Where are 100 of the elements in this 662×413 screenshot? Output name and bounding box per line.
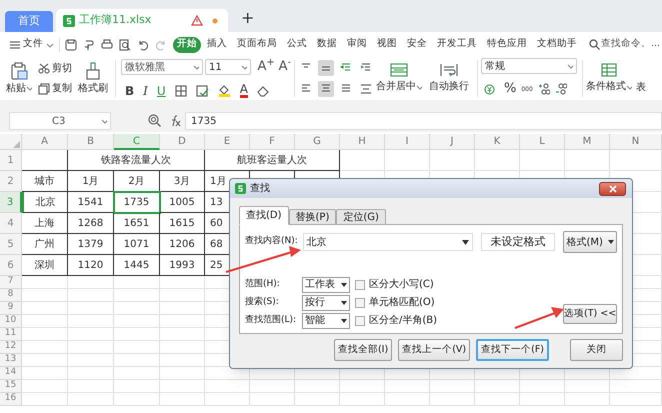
option-select[interactable]: 按行 bbox=[302, 294, 350, 310]
zoom-icon[interactable] bbox=[148, 114, 161, 127]
checkbox[interactable] bbox=[355, 280, 365, 290]
empty-cell bbox=[205, 393, 250, 406]
empty-cell bbox=[114, 328, 160, 341]
empty-cell bbox=[68, 354, 114, 367]
option-select[interactable]: 智能 bbox=[302, 312, 350, 328]
column-header[interactable]: E bbox=[205, 134, 250, 150]
column-header[interactable]: B bbox=[68, 134, 114, 150]
menu-tab[interactable]: 视图 bbox=[373, 36, 401, 52]
print-icon[interactable] bbox=[101, 38, 113, 50]
table-cell: 深圳 bbox=[22, 255, 68, 276]
close-button[interactable] bbox=[599, 182, 626, 196]
copy-icon bbox=[38, 82, 50, 94]
checkbox[interactable] bbox=[355, 298, 365, 308]
dialog-tab[interactable]: 替换(P) bbox=[288, 209, 336, 225]
dialog-button[interactable]: 查找下一个(F) bbox=[476, 339, 549, 361]
empty-cell bbox=[160, 380, 205, 393]
table-cell: 1651 bbox=[114, 213, 160, 234]
merge-center-button[interactable]: 合并居中 bbox=[374, 57, 424, 100]
dialog-button[interactable]: 查找全部(I) bbox=[334, 339, 392, 361]
new-tab-button[interactable]: + bbox=[241, 6, 254, 30]
column-header[interactable]: M bbox=[565, 134, 610, 150]
caret-icon bbox=[101, 118, 107, 124]
column-header[interactable]: J bbox=[430, 134, 475, 150]
menu-tab[interactable]: 安全 bbox=[403, 36, 431, 52]
dropdown-icon bbox=[341, 300, 347, 304]
command-search[interactable]: 查找命令、... bbox=[589, 37, 660, 52]
menu-tab[interactable]: 文档助手 bbox=[533, 36, 581, 52]
menu-tab[interactable]: 特色应用 bbox=[483, 36, 531, 52]
column-header[interactable]: A bbox=[22, 134, 68, 150]
menu-tab[interactable]: 开发工具 bbox=[433, 36, 481, 52]
dialog-tab[interactable]: 查找(D) bbox=[239, 206, 289, 225]
empty-cell bbox=[68, 367, 114, 380]
caret-icon bbox=[416, 84, 422, 90]
number-format-select[interactable]: 常规 bbox=[481, 58, 577, 74]
format-painter-button[interactable]: 格式刷 bbox=[78, 62, 108, 96]
fill-bucket-icon[interactable] bbox=[218, 84, 231, 98]
cell-style-icon[interactable] bbox=[196, 84, 209, 97]
shrink-font-button[interactable]: A$^{-}$ bbox=[278, 57, 291, 77]
column-header[interactable]: D bbox=[160, 134, 205, 150]
percent-button[interactable]: % bbox=[504, 79, 516, 99]
file-menu[interactable]: 文件 bbox=[10, 37, 54, 52]
options-button[interactable]: 选项(T) << bbox=[563, 304, 617, 324]
eraser-icon[interactable] bbox=[256, 84, 270, 97]
app-icon bbox=[235, 183, 246, 194]
decrease-decimal-icon[interactable] bbox=[554, 83, 567, 95]
wrap-text-button[interactable]: 自动换行 bbox=[424, 57, 474, 100]
conditional-format-button[interactable]: 条件格式 bbox=[586, 57, 632, 100]
save-icon[interactable] bbox=[65, 38, 77, 50]
format-icon[interactable] bbox=[83, 38, 95, 50]
name-box[interactable]: C3 bbox=[9, 112, 111, 130]
empty-cell bbox=[114, 367, 160, 380]
empty-cell bbox=[610, 150, 662, 171]
distribute-icon[interactable] bbox=[360, 83, 372, 96]
format-button[interactable]: 格式(M) bbox=[563, 231, 618, 253]
preview-icon[interactable] bbox=[119, 38, 131, 50]
find-field[interactable]: 北京 bbox=[302, 233, 473, 251]
empty-cell bbox=[295, 393, 340, 406]
font-size-select[interactable]: 11 bbox=[205, 59, 252, 75]
empty-cell bbox=[114, 302, 160, 315]
menu-tab[interactable]: 审阅 bbox=[343, 36, 371, 52]
underline-button[interactable]: U bbox=[156, 82, 166, 100]
menu-tab[interactable]: 数据 bbox=[313, 36, 341, 52]
formula-field[interactable]: 1735 bbox=[185, 112, 662, 130]
italic-button[interactable]: I bbox=[143, 82, 148, 100]
paste-button[interactable]: 粘贴 bbox=[6, 62, 32, 96]
border-icon[interactable] bbox=[174, 84, 187, 97]
dialog-tab[interactable]: 定位(G) bbox=[336, 209, 386, 225]
menu-tab[interactable]: 页面布局 bbox=[233, 36, 281, 52]
column-header[interactable]: H bbox=[340, 134, 385, 150]
menu-tab[interactable]: 插入 bbox=[203, 36, 231, 52]
empty-cell bbox=[475, 393, 520, 406]
font-select[interactable]: 微软雅黑 bbox=[121, 59, 204, 75]
option-select[interactable]: 工作表 bbox=[302, 276, 350, 292]
table-cell: 1445 bbox=[114, 255, 160, 276]
column-header[interactable]: N bbox=[610, 134, 662, 150]
grow-font-button[interactable]: A$^{+}$ bbox=[257, 57, 275, 77]
empty-cell bbox=[68, 328, 114, 341]
copy-button[interactable]: 复制 bbox=[38, 81, 72, 96]
bold-button[interactable]: B bbox=[125, 82, 134, 100]
warning-icon bbox=[191, 15, 203, 26]
menu-tab[interactable]: 开始 bbox=[173, 36, 201, 52]
menu-tab[interactable]: 公式 bbox=[283, 36, 311, 52]
currency-icon[interactable] bbox=[484, 84, 495, 94]
dialog-button[interactable]: 关闭 bbox=[570, 339, 623, 361]
column-header[interactable]: I bbox=[385, 134, 430, 150]
checkbox[interactable] bbox=[355, 316, 365, 326]
table-style-button[interactable]: 表 bbox=[636, 80, 646, 95]
column-header[interactable]: F bbox=[250, 134, 295, 150]
column-header[interactable]: K bbox=[475, 134, 520, 150]
empty-cell bbox=[340, 380, 385, 393]
undo-icon[interactable] bbox=[137, 38, 149, 50]
dialog-button[interactable]: 查找上一个(V) bbox=[398, 339, 470, 361]
column-header[interactable]: L bbox=[520, 134, 565, 150]
empty-cell bbox=[68, 276, 114, 289]
empty-cell bbox=[250, 380, 295, 393]
increase-decimal-icon[interactable] bbox=[538, 83, 550, 95]
column-header[interactable]: G bbox=[295, 134, 340, 150]
cut-button[interactable]: 剪切 bbox=[38, 61, 72, 76]
